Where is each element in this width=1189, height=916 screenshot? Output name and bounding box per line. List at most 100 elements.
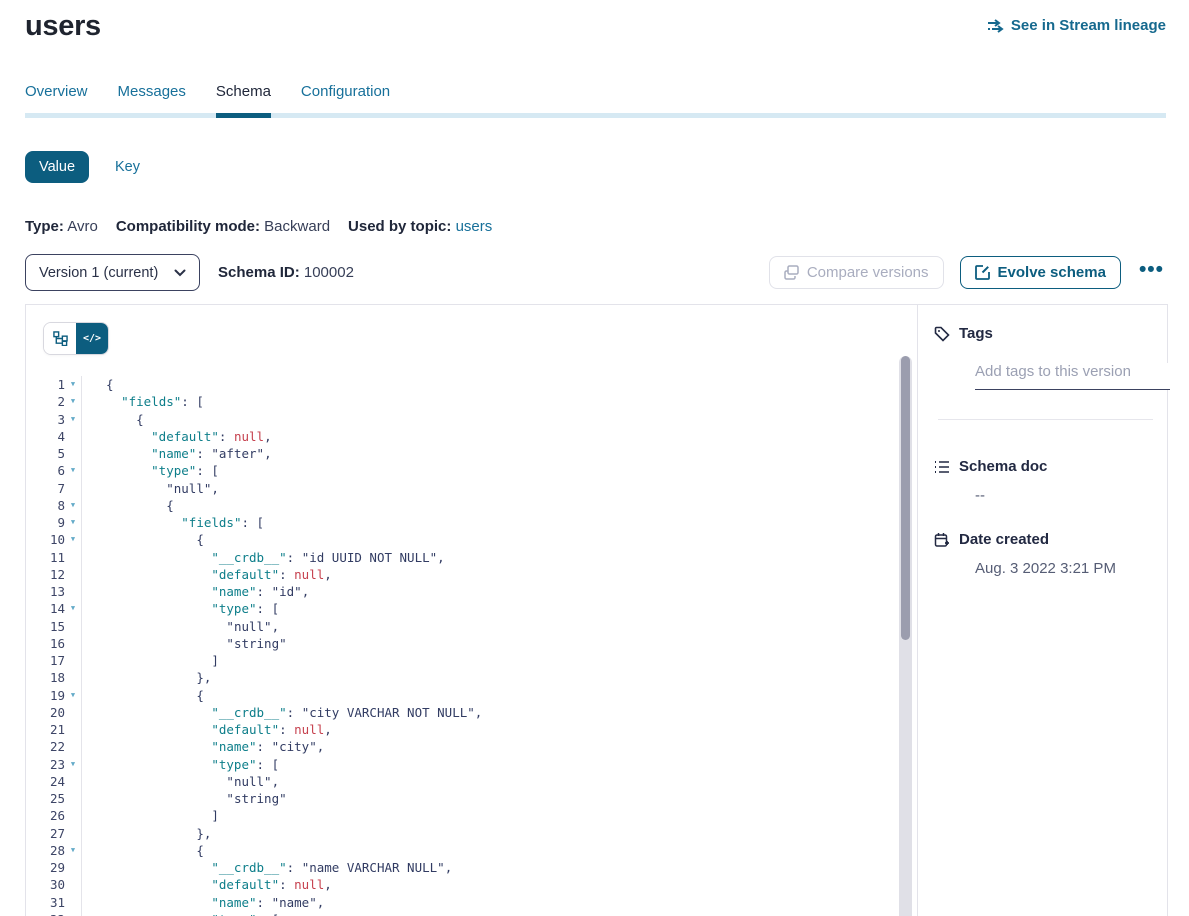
code-line-text: { [81,411,144,428]
code-line-text: "type": [ [81,600,279,617]
caret-spacer [65,790,81,807]
collapse-toggle-icon[interactable]: ▼ [65,842,81,859]
line-number: 30 [26,876,65,893]
code-line: 24 "null", [26,773,917,790]
line-number: 10 [26,531,65,548]
code-line: 10▼ { [26,531,917,548]
tab-underline-track [25,113,1166,118]
code-line-text: { [81,842,204,859]
code-line-text: { [81,497,174,514]
code-line: 15 "null", [26,618,917,635]
caret-spacer [65,738,81,755]
code-line-text: "null", [81,773,279,790]
code-line-text: { [81,687,204,704]
code-line: 18 }, [26,669,917,686]
code-line-text: "null", [81,480,219,497]
line-number: 29 [26,859,65,876]
code-line: 1▼{ [26,376,917,393]
line-number: 11 [26,549,65,566]
stream-lineage-link[interactable]: See in Stream lineage [987,17,1166,34]
tab-configuration[interactable]: Configuration [301,83,390,113]
tab-overview[interactable]: Overview [25,83,88,113]
collapse-toggle-icon[interactable]: ▼ [65,531,81,548]
collapse-toggle-icon[interactable]: ▼ [65,393,81,410]
tree-view-button[interactable] [44,323,76,354]
meta-type: Type: Avro [25,218,98,235]
code-line-text: "fields": [ [81,514,264,531]
code-line: 6▼ "type": [ [26,462,917,479]
editor-scrollbar-thumb[interactable] [901,356,910,640]
compare-versions-label: Compare versions [807,264,929,281]
meta-topic-label: Used by topic: [348,218,451,235]
collapse-toggle-icon[interactable]: ▼ [65,376,81,393]
line-number: 18 [26,669,65,686]
code-line-text: "type": [ [81,756,279,773]
editor-scrollbar-track[interactable] [899,356,912,916]
code-line-text: "default": null, [81,876,332,893]
code-line: 9▼ "fields": [ [26,514,917,531]
code-line: 22 "name": "city", [26,738,917,755]
version-select-value: Version 1 (current) [39,265,158,281]
schema-doc-value: -- [975,487,1153,504]
code-line: 25 "string" [26,790,917,807]
collapse-toggle-icon[interactable]: ▼ [65,911,81,916]
code-line-text: "name": "city", [81,738,324,755]
tags-input[interactable] [975,363,1170,390]
caret-spacer [65,721,81,738]
collapse-toggle-icon[interactable]: ▼ [65,497,81,514]
line-number: 19 [26,687,65,704]
code-line-text: "name": "after", [81,445,272,462]
evolve-schema-label: Evolve schema [998,264,1106,281]
code-line: 12 "default": null, [26,566,917,583]
tag-icon [934,326,950,342]
caret-spacer [65,825,81,842]
collapse-toggle-icon[interactable]: ▼ [65,462,81,479]
code-line: 32▼ "type": [ [26,911,917,916]
caret-spacer [65,428,81,445]
editor-view-toggle: </> [43,322,109,355]
code-line: 31 "name": "name", [26,894,917,911]
line-number: 5 [26,445,65,462]
schema-editor: </> 1▼{2▼ "fields": [3▼ {4 "default": nu… [26,305,917,916]
compare-versions-button[interactable]: Compare versions [769,256,944,289]
schema-page: users See in Stream lineage Overview Mes… [0,0,1189,916]
collapse-toggle-icon[interactable]: ▼ [65,411,81,428]
code-line: 2▼ "fields": [ [26,393,917,410]
caret-spacer [65,566,81,583]
version-select[interactable]: Version 1 (current) [25,254,200,291]
line-number: 13 [26,583,65,600]
version-row: Version 1 (current) Schema ID: 100002 Co… [25,254,1166,291]
collapse-toggle-icon[interactable]: ▼ [65,514,81,531]
collapse-toggle-icon[interactable]: ▼ [65,756,81,773]
line-number: 20 [26,704,65,721]
topic-link[interactable]: users [456,218,493,235]
meta-type-value: Avro [67,218,98,235]
collapse-toggle-icon[interactable]: ▼ [65,600,81,617]
line-number: 24 [26,773,65,790]
key-toggle-button[interactable]: Key [115,159,140,175]
line-number: 12 [26,566,65,583]
line-number: 26 [26,807,65,824]
caret-spacer [65,859,81,876]
collapse-toggle-icon[interactable]: ▼ [65,687,81,704]
more-options-button[interactable]: ••• [1137,258,1166,288]
code-view-button[interactable]: </> [76,323,108,354]
tab-messages[interactable]: Messages [118,83,186,113]
compare-versions-icon [784,265,799,280]
code-line-text: "default": null, [81,428,272,445]
code-editor[interactable]: 1▼{2▼ "fields": [3▼ {4 "default": null,5… [26,376,917,916]
line-number: 1 [26,376,65,393]
value-toggle-button[interactable]: Value [25,151,89,183]
schema-id: Schema ID: 100002 [218,264,354,281]
tree-view-icon [53,331,68,346]
chevron-down-icon [174,269,186,277]
topbar: users See in Stream lineage [0,0,1189,43]
tags-title: Tags [959,325,993,342]
evolve-schema-button[interactable]: Evolve schema [960,256,1121,289]
tab-schema[interactable]: Schema [216,83,271,113]
evolve-schema-icon [975,265,990,280]
line-number: 16 [26,635,65,652]
code-line: 5 "name": "after", [26,445,917,462]
line-number: 15 [26,618,65,635]
caret-spacer [65,618,81,635]
